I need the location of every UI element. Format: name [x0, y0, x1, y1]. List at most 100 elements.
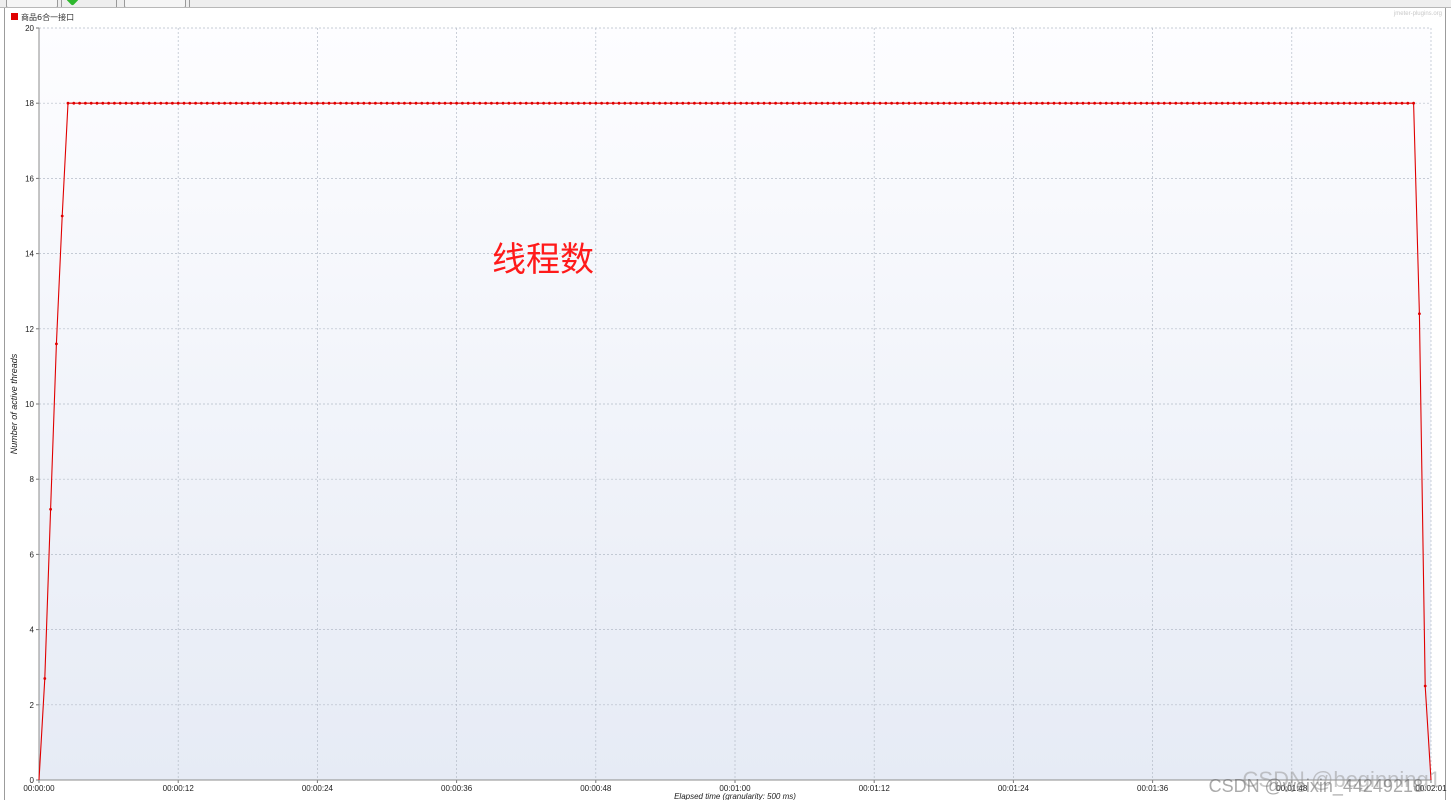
data-point: [954, 101, 957, 105]
data-point: [356, 101, 360, 105]
data-point: [1360, 101, 1363, 105]
data-point: [1296, 101, 1299, 105]
data-point: [368, 101, 371, 105]
data-point: [594, 101, 598, 105]
data-point: [263, 101, 267, 105]
legend-label: 商品6合一接口: [21, 12, 74, 22]
data-point: [1261, 101, 1265, 105]
data-point: [959, 101, 963, 105]
data-point: [530, 101, 534, 105]
data-point: [936, 101, 940, 105]
data-point: [983, 101, 986, 105]
data-point: [1186, 101, 1189, 105]
x-tick-label: 00:01:24: [998, 784, 1030, 793]
data-point: [217, 101, 221, 105]
data-point: [1284, 101, 1288, 105]
data-point: [333, 101, 337, 105]
data-point: [977, 101, 980, 105]
data-point: [704, 101, 708, 105]
data-point: [1081, 101, 1085, 105]
data-point: [930, 101, 934, 105]
data-point: [136, 101, 140, 105]
data-point: [1035, 101, 1038, 105]
data-point: [1012, 101, 1015, 105]
data-point: [1087, 101, 1091, 105]
data-point: [1145, 101, 1149, 105]
y-tick-label: 8: [30, 475, 35, 484]
data-point: [1133, 101, 1137, 105]
x-axis-title: Elapsed time (granularity: 500 ms): [674, 792, 796, 800]
x-tick-label: 00:00:48: [580, 784, 612, 793]
data-point: [1099, 101, 1102, 105]
data-point: [49, 507, 52, 511]
data-point: [60, 214, 64, 218]
data-point: [507, 101, 511, 105]
data-point: [1244, 101, 1247, 105]
y-tick-label: 4: [30, 626, 35, 635]
data-point: [524, 101, 528, 105]
data-point: [843, 101, 847, 105]
data-point: [1110, 101, 1114, 105]
toolbar-button-1[interactable]: [6, 0, 58, 7]
data-point: [449, 101, 453, 105]
data-point: [971, 101, 975, 105]
data-point: [1180, 101, 1183, 105]
data-point: [582, 101, 586, 105]
data-point: [1162, 101, 1166, 105]
data-point: [1389, 101, 1392, 105]
data-point: [1226, 101, 1230, 105]
data-point: [814, 101, 818, 105]
data-point: [345, 101, 348, 105]
data-point: [1371, 101, 1375, 105]
data-point: [269, 101, 273, 105]
data-point: [240, 101, 244, 105]
data-point: [536, 101, 540, 105]
toolbar-button-2[interactable]: [124, 0, 186, 7]
data-point: [606, 101, 609, 105]
data-point: [1423, 684, 1427, 688]
data-point: [751, 101, 754, 105]
y-axis-title: Number of active threads: [9, 353, 19, 454]
data-point: [1249, 101, 1253, 105]
data-point: [675, 101, 679, 105]
y-tick-label: 18: [25, 99, 34, 108]
data-point: [994, 101, 998, 105]
data-point: [553, 101, 557, 105]
data-point: [153, 101, 157, 105]
data-point: [1070, 101, 1073, 105]
y-tick-label: 6: [30, 550, 35, 559]
data-point: [171, 101, 174, 105]
x-tick-label: 00:00:12: [163, 784, 195, 793]
data-point: [1377, 101, 1381, 105]
data-point: [756, 101, 760, 105]
data-point: [113, 101, 116, 105]
data-point: [130, 101, 134, 105]
data-point: [925, 101, 928, 105]
data-point: [437, 101, 441, 105]
data-point: [791, 101, 795, 105]
data-point: [1342, 101, 1346, 105]
data-point: [1336, 101, 1340, 105]
data-point: [698, 101, 702, 105]
data-point: [1273, 101, 1276, 105]
data-point: [223, 101, 227, 105]
data-point: [1331, 101, 1334, 105]
data-point: [727, 101, 731, 105]
data-point: [43, 677, 47, 680]
data-point: [501, 101, 505, 105]
data-point: [611, 101, 615, 105]
data-point: [1006, 101, 1009, 105]
data-point: [1290, 101, 1294, 105]
data-point: [913, 101, 917, 105]
toolbar-separator: [116, 0, 117, 7]
data-point: [600, 101, 603, 105]
data-point: [472, 101, 476, 105]
data-point: [414, 101, 418, 105]
data-point: [84, 101, 87, 105]
toolbar: [0, 0, 1451, 8]
data-point: [716, 101, 719, 105]
check-icon[interactable]: [66, 0, 79, 6]
data-point: [478, 101, 482, 105]
data-point: [664, 101, 667, 105]
data-point: [1041, 101, 1044, 105]
